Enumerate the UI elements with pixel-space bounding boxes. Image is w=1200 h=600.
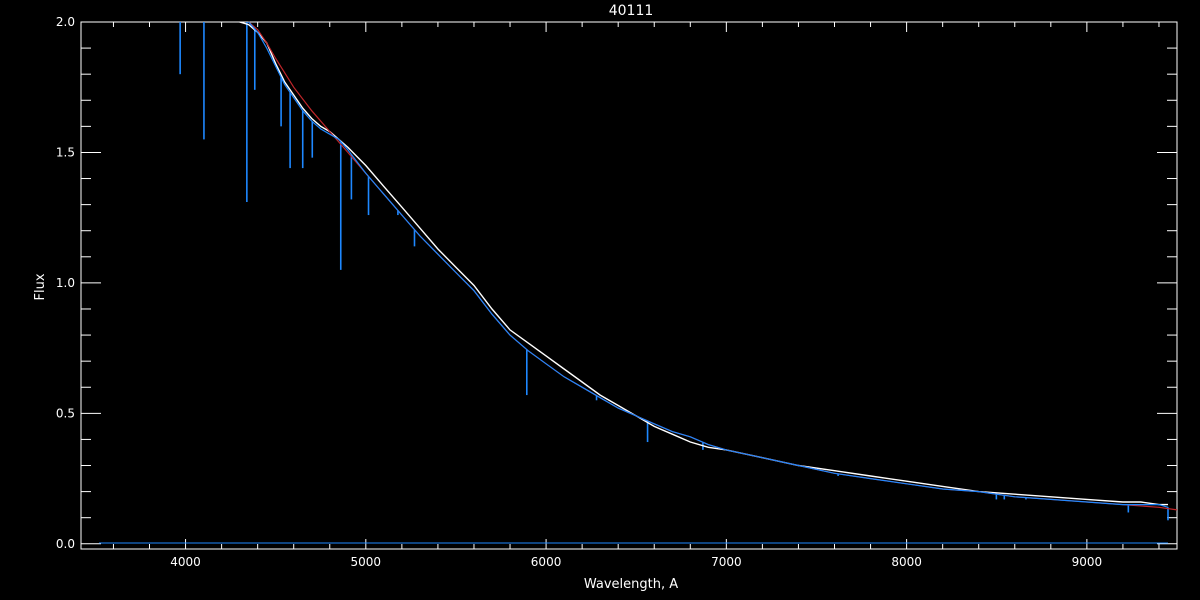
spectrum-chart: 40111 4000 5000 6000 7000 8000 9000 0.0 0.5 1.0… [33, 3, 1178, 592]
x-tick-label: 4000 [170, 555, 201, 569]
absorption-features [179, 22, 1169, 521]
y-tick-label: 1.0 [56, 276, 75, 290]
x-tick-label: 6000 [531, 555, 562, 569]
series-line-3 [248, 21, 1169, 508]
series-line-1 [239, 21, 1168, 506]
y-tick-labels: 0.0 0.5 1.0 1.5 2.0 [56, 15, 75, 551]
series-line-2 [248, 21, 1178, 511]
x-tick-label: 7000 [711, 555, 742, 569]
y-tick-label: 2.0 [56, 15, 75, 29]
x-tick-label: 8000 [891, 555, 922, 569]
y-tick-label: 0.0 [56, 537, 75, 551]
axis-ticks [81, 21, 1177, 549]
chart-title: 40111 [609, 3, 654, 19]
y-tick-label: 1.5 [56, 145, 75, 159]
spectrum-series [99, 21, 1178, 544]
y-axis-label: Flux [33, 273, 48, 300]
x-tick-label: 5000 [351, 555, 382, 569]
plot-frame [80, 21, 1178, 550]
y-tick-label: 0.5 [56, 406, 75, 420]
x-tick-labels: 4000 5000 6000 7000 8000 9000 [170, 555, 1102, 569]
x-axis-label: Wavelength, A [584, 577, 678, 592]
x-tick-label: 9000 [1072, 555, 1103, 569]
